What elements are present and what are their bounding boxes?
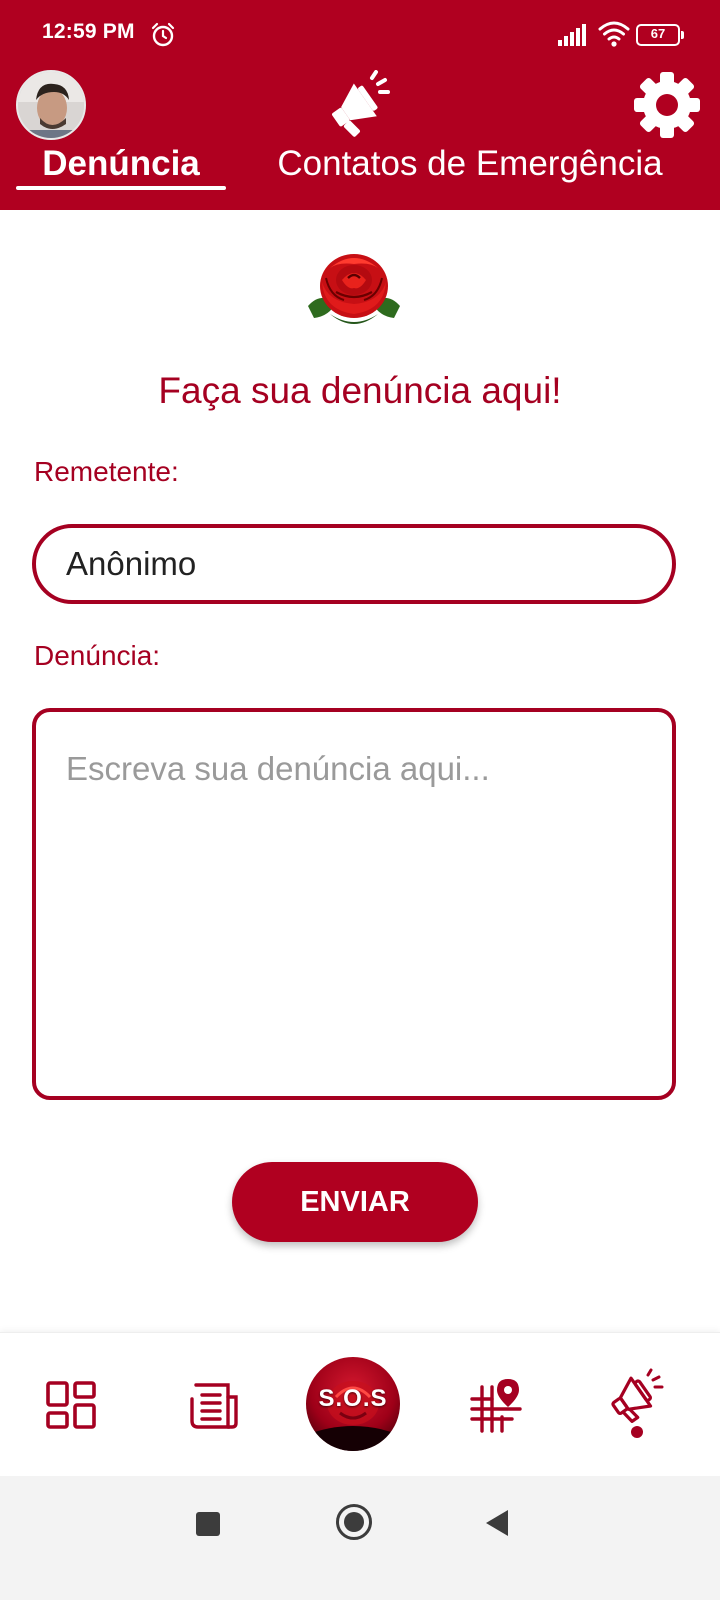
megaphone-nav-icon[interactable] [608,1367,664,1423]
battery-icon: 67 [636,24,684,46]
denuncia-textarea[interactable] [32,708,676,1100]
battery-level: 67 [650,26,666,41]
dashboard-icon[interactable] [44,1379,100,1435]
map-icon[interactable] [468,1377,524,1433]
sos-button[interactable]: S.O.S [306,1357,400,1451]
back-icon[interactable] [486,1510,508,1536]
status-time: 12:59 PM [42,20,135,43]
tab-denuncia[interactable]: Denúncia [16,140,226,188]
avatar-photo [18,72,84,138]
signal-icon [558,24,586,46]
system-nav-bar [0,1476,720,1600]
status-bar: 12:59 PM 67 [0,0,720,66]
recent-apps-icon[interactable] [196,1512,220,1536]
remetente-input[interactable] [32,524,676,604]
wifi-icon [598,21,630,47]
tab-contatos-emergencia[interactable]: Contatos de Emergência [270,140,670,188]
send-button[interactable]: ENVIAR [232,1162,478,1242]
page-title: Faça sua denúncia aqui! [158,370,562,411]
news-icon[interactable] [186,1379,242,1435]
megaphone-icon[interactable] [322,70,390,138]
avatar[interactable] [16,70,86,140]
home-icon[interactable] [336,1504,372,1540]
sos-label: S.O.S [318,1385,388,1412]
alarm-icon [151,22,175,47]
rose-logo [308,254,400,324]
denuncia-label: Denúncia: [34,640,161,671]
active-nav-indicator [631,1426,643,1438]
app-header: 12:59 PM 67 Denúncia Contatos de Emergên… [0,0,720,210]
remetente-label: Remetente: [34,456,179,487]
bottom-nav: S.O.S [0,1332,720,1476]
active-tab-indicator [16,186,226,190]
gear-icon[interactable] [634,72,700,138]
